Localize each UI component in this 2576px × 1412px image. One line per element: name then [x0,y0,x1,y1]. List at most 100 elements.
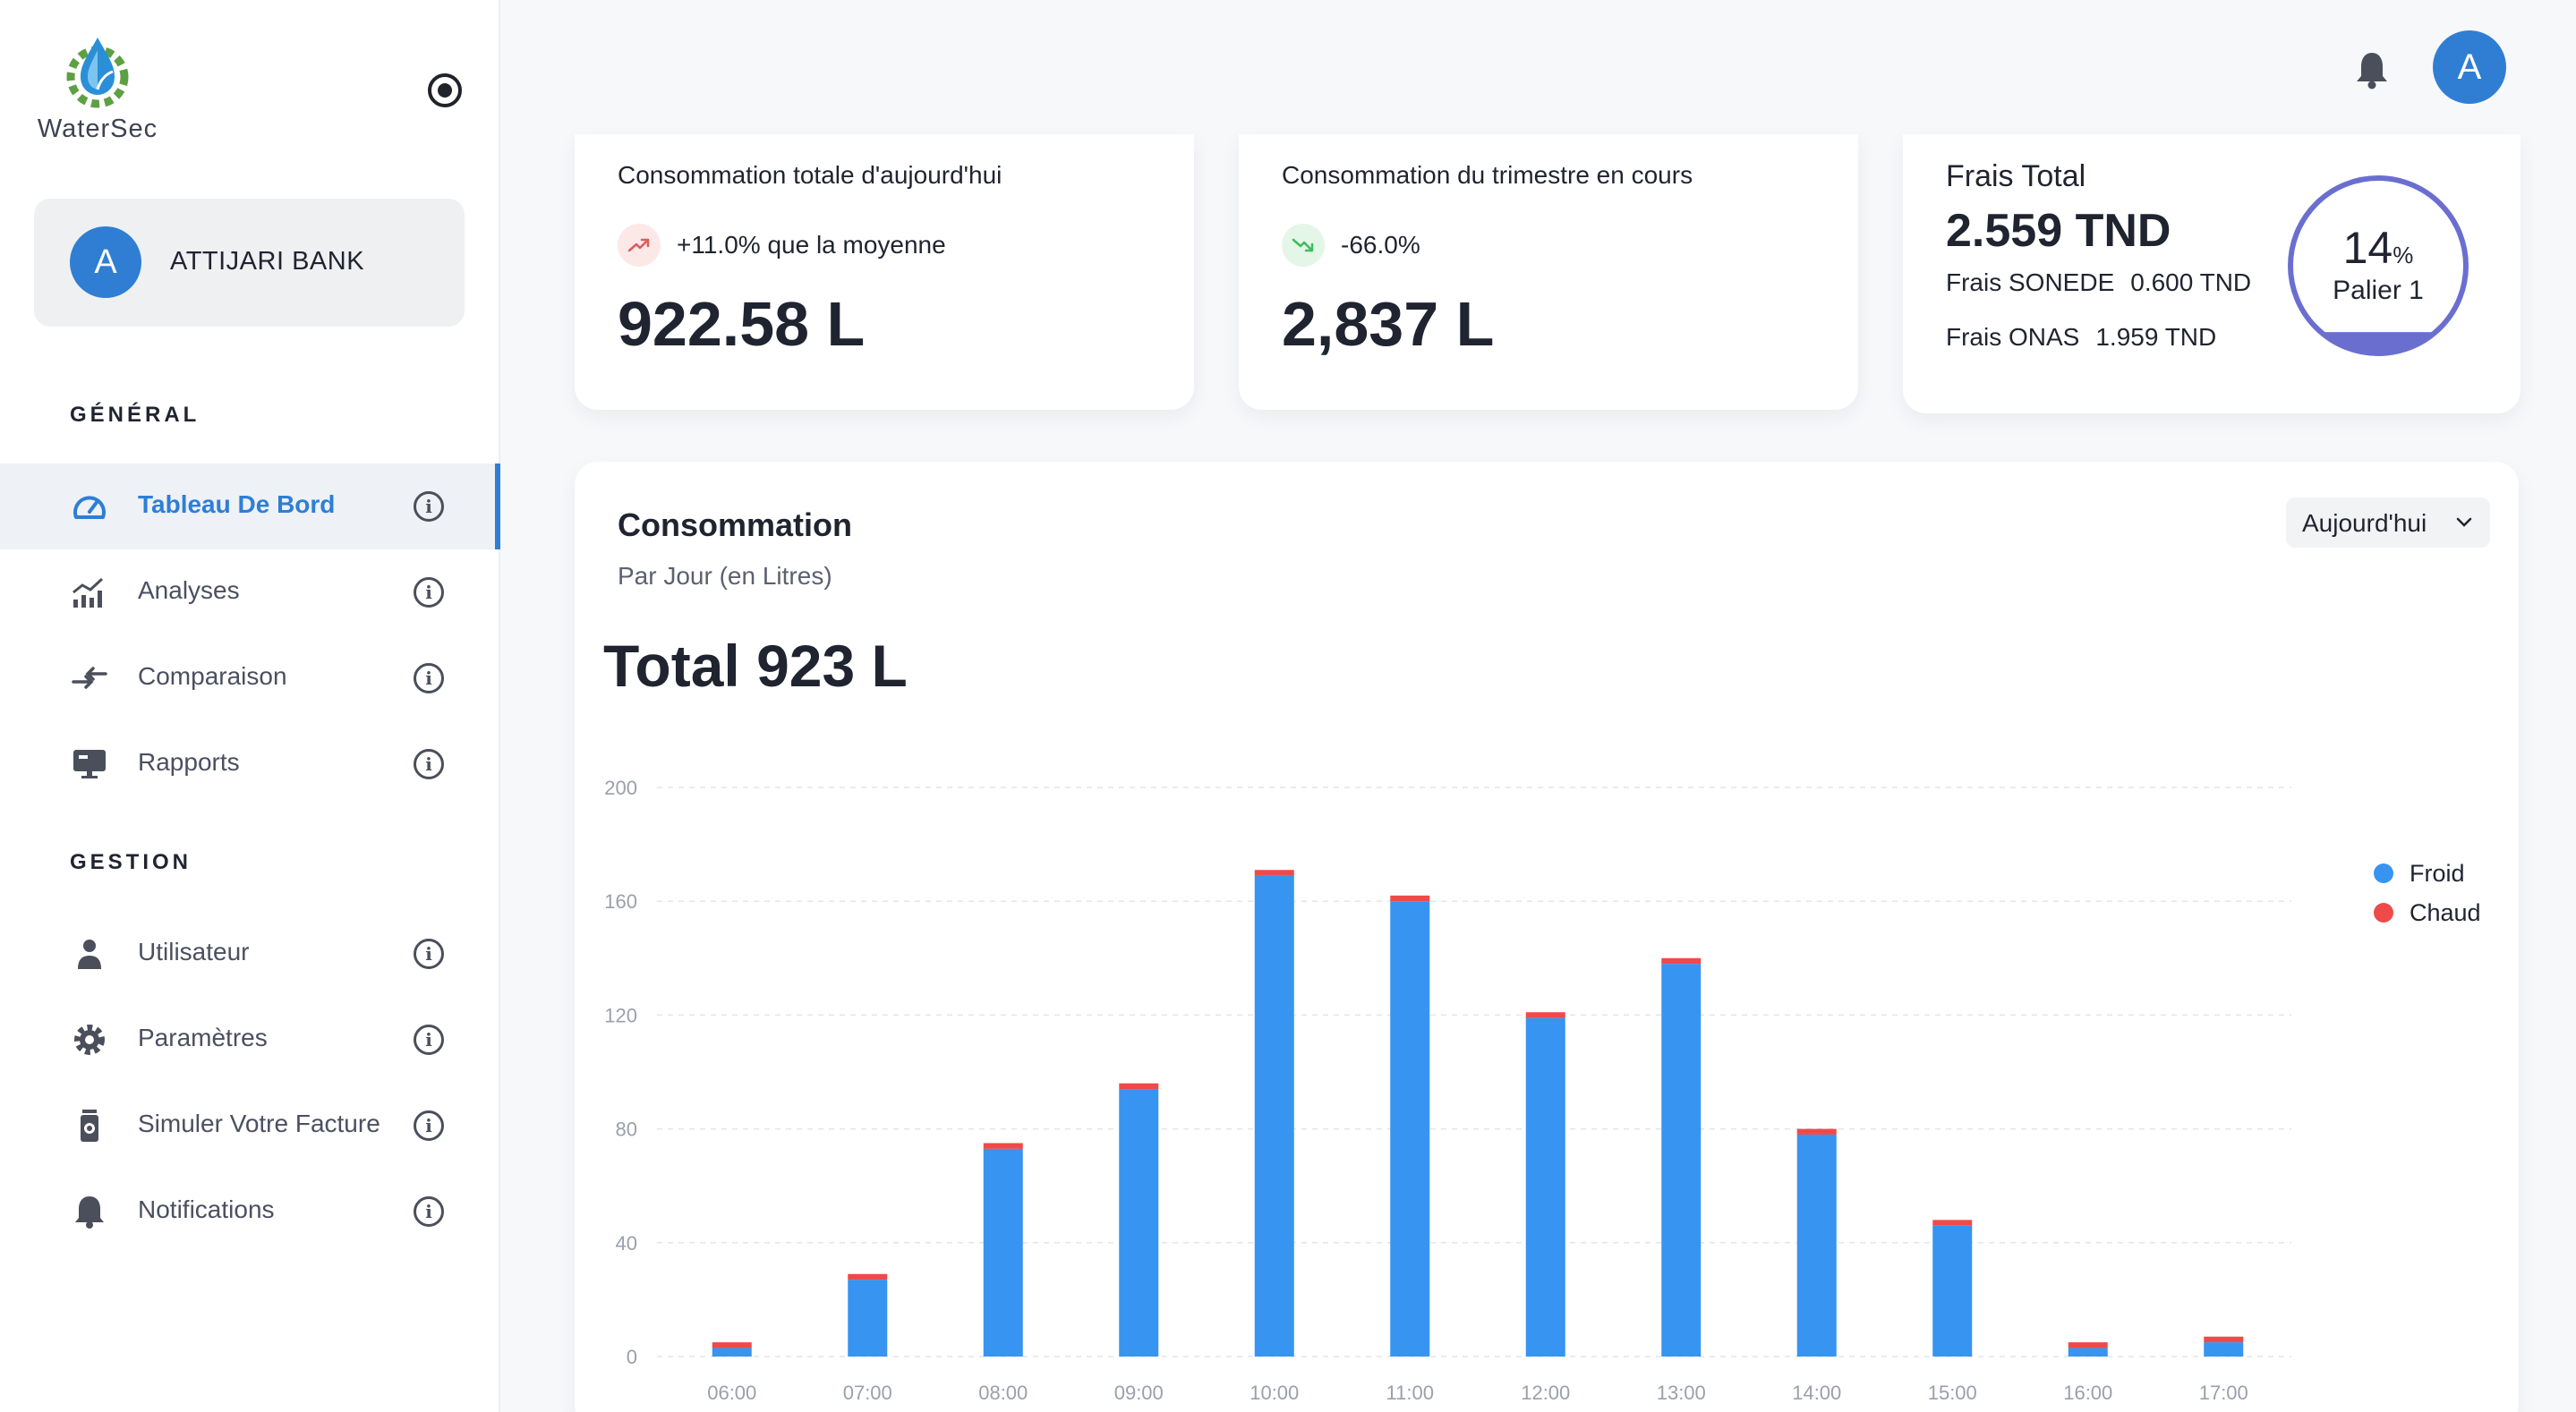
card-today-consumption: Consommation totale d'aujourd'hui +11.0%… [575,134,1194,410]
sidebar-item-parametres[interactable]: Paramètres i [0,997,499,1083]
x-tick-label: 13:00 [1657,1382,1706,1404]
y-tick-label: 120 [604,1004,637,1026]
bar-froid [2204,1342,2244,1357]
bar-froid [1796,1134,1837,1357]
legend-item-froid[interactable]: Froid [2374,854,2481,893]
info-icon[interactable]: i [414,939,444,969]
bar-froid [983,1148,1023,1357]
tier-gauge: 14% Palier 1 [2286,174,2470,358]
sidebar-item-label: Tableau De Bord [138,490,336,518]
sidebar-item-comparaison[interactable]: Comparaison i [0,635,499,721]
x-tick-label: 07:00 [843,1382,892,1404]
fee-sonede: Frais SONEDE 0.600 TND [1946,268,2251,297]
chart-title: Consommation [618,506,853,543]
chart-subtitle: Par Jour (en Litres) [618,562,832,590]
section-title-gestion: GESTION [70,850,192,874]
info-icon[interactable]: i [414,663,444,693]
user-avatar[interactable]: A [2433,30,2506,104]
section-title-general: GÉNÉRAL [70,403,200,427]
account-card[interactable]: A ATTIJARI BANK [34,199,465,327]
bar-chaud [1119,1083,1159,1090]
bar-froid [1932,1225,1973,1357]
gear-icon [72,1023,107,1057]
x-tick-label: 15:00 [1928,1382,1977,1404]
bar-chaud [1254,870,1294,876]
gauge-percent-unit: % [2393,242,2414,268]
fee-onas-label: Frais ONAS [1946,323,2080,351]
trend-text: -66.0% [1341,231,1420,259]
info-icon[interactable]: i [414,1196,444,1227]
quarter-value: 2,837 L [1282,289,1495,359]
trend-up-icon [618,224,661,267]
brand-name: WaterSec [37,115,158,143]
chart-legend: Froid Chaud [2374,854,2481,932]
period-select[interactable]: Aujourd'hui [2286,498,2490,548]
legend-item-chaud[interactable]: Chaud [2374,893,2481,932]
card-quarter-consumption: Consommation du trimestre en cours -66.0… [1239,134,1858,410]
bar-froid [1254,875,1294,1357]
water-drop-gear-icon [66,38,129,108]
card-title: Consommation totale d'aujourd'hui [618,161,1002,189]
sidebar-toggle-icon[interactable] [428,73,462,107]
analytics-icon [72,575,107,609]
sidebar-item-rapports[interactable]: Rapports i [0,721,499,807]
y-tick-label: 80 [616,1119,637,1141]
info-icon[interactable]: i [414,1110,444,1141]
dashboard-icon [72,489,107,523]
sidebar-item-label: Notifications [138,1195,275,1223]
bar-chaud [1932,1220,1973,1226]
bar-froid [1525,1017,1565,1357]
bar-chaud [2204,1336,2244,1343]
bar-froid [712,1348,752,1357]
bar-chaud [712,1342,752,1348]
notification-bell-icon[interactable] [2354,50,2390,89]
sidebar: WaterSec A ATTIJARI BANK GÉNÉRAL Tableau… [0,0,500,1412]
x-tick-label: 08:00 [978,1382,1028,1404]
period-select-value: Aujourd'hui [2302,509,2427,537]
y-tick-label: 40 [616,1232,637,1255]
card-title: Consommation du trimestre en cours [1282,161,1693,189]
card-total-fees: Frais Total 2.559 TND Frais SONEDE 0.600 … [1903,134,2521,413]
sidebar-item-notifications[interactable]: Notifications i [0,1169,499,1255]
y-tick-label: 160 [604,890,637,913]
x-tick-label: 10:00 [1250,1382,1299,1404]
sidebar-item-analyses[interactable]: Analyses i [0,549,499,635]
account-name: ATTIJARI BANK [170,247,365,276]
bar-froid [848,1280,888,1357]
compare-icon [72,661,107,695]
info-icon[interactable]: i [414,491,444,522]
gauge-percent: 14% [2286,222,2470,274]
bar-chaud [983,1143,1023,1149]
fee-sonede-value: 0.600 TND [2130,268,2252,296]
x-tick-label: 12:00 [1521,1382,1570,1404]
sidebar-item-label: Utilisateur [138,938,250,965]
bar-chaud [1525,1012,1565,1018]
brand-logo[interactable]: WaterSec [34,32,161,149]
bar-froid [2068,1348,2108,1357]
bar-chaud [1661,957,1702,965]
fee-sonede-label: Frais SONEDE [1946,268,2115,296]
trend-text: +11.0% que la moyenne [677,231,946,259]
sidebar-item-utilisateur[interactable]: Utilisateur i [0,911,499,997]
sidebar-item-tableau-de-bord[interactable]: Tableau De Bord i [0,464,500,549]
bell-icon [72,1195,107,1229]
fees-total: 2.559 TND [1946,205,2171,257]
legend-dot [2374,863,2393,883]
x-tick-label: 14:00 [1792,1382,1841,1404]
trend-down-icon [1282,224,1325,267]
y-tick-label: 200 [604,777,637,799]
info-icon[interactable]: i [414,749,444,779]
sidebar-item-label: Simuler Votre Facture [138,1110,380,1137]
x-tick-label: 09:00 [1114,1382,1164,1404]
fee-onas-value: 1.959 TND [2095,323,2217,351]
x-tick-label: 06:00 [707,1382,756,1404]
fee-onas: Frais ONAS 1.959 TND [1946,323,2216,352]
info-icon[interactable]: i [414,577,444,608]
sidebar-item-simuler-votre-facture[interactable]: Simuler Votre Facture i [0,1083,499,1169]
gauge-percent-value: 14 [2342,223,2393,273]
bar-froid [1390,901,1430,1357]
y-tick-label: 0 [627,1346,637,1368]
today-value: 922.58 L [618,289,866,359]
info-icon[interactable]: i [414,1025,444,1055]
x-tick-label: 11:00 [1386,1382,1434,1404]
